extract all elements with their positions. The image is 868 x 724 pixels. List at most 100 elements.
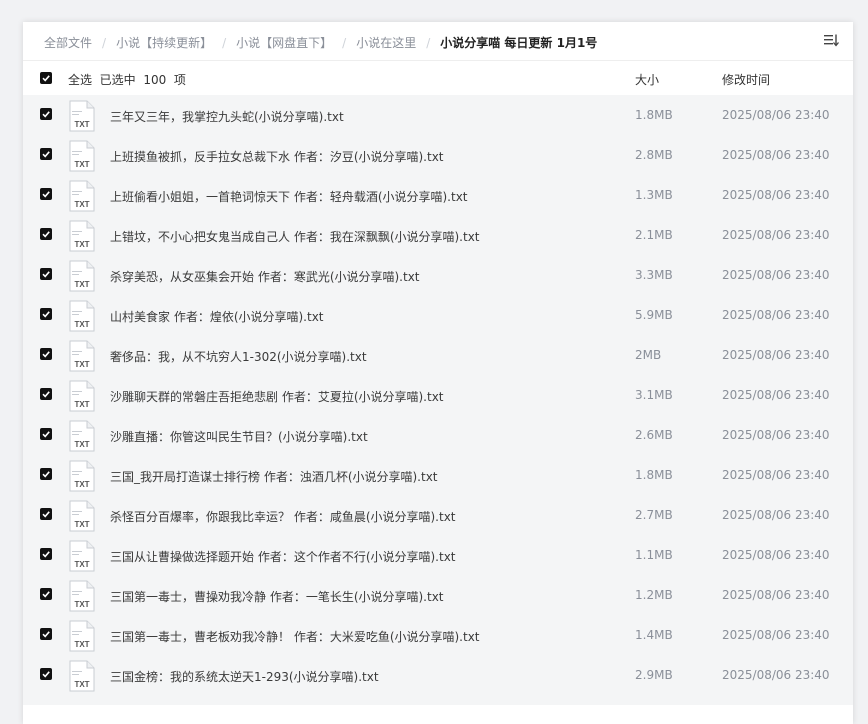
select-all-checkbox[interactable] xyxy=(40,72,52,84)
selected-unit: 项 xyxy=(173,73,186,87)
checkbox-checked-icon xyxy=(42,151,50,158)
row-checkbox[interactable] xyxy=(40,628,52,640)
file-row-partial xyxy=(23,695,853,705)
file-name[interactable]: 沙雕聊天群的常磐庄吾拒绝悲剧 作者：艾夏拉(小说分享喵).txt xyxy=(110,388,444,405)
file-name[interactable]: 三国第一毒士，曹操劝我冷静 作者：一笔长生(小说分享喵).txt xyxy=(110,588,444,605)
file-modified-time: 2025/08/06 23:40 xyxy=(722,628,830,642)
breadcrumb-item[interactable]: 小说【持续更新】 xyxy=(116,36,212,50)
breadcrumb-item[interactable]: 小说在这里 xyxy=(356,36,416,50)
file-type-label: TXT xyxy=(74,480,89,489)
file-name[interactable]: 杀穿美恐，从女巫集会开始 作者：寒武光(小说分享喵).txt xyxy=(110,268,420,285)
file-list: TXT 三年又三年，我掌控九头蛇(小说分享喵).txt 1.8MB 2025/0… xyxy=(23,95,853,705)
breadcrumb-item[interactable]: 小说【网盘直下】 xyxy=(236,36,332,50)
file-type-label: TXT xyxy=(74,640,89,649)
file-modified-time: 2025/08/06 23:40 xyxy=(722,508,830,522)
checkbox-checked-icon xyxy=(42,671,50,678)
file-row[interactable]: TXT 奢侈品：我，从不坑穷人1-302(小说分享喵).txt 2MB 2025… xyxy=(23,335,853,375)
file-modified-time: 2025/08/06 23:40 xyxy=(722,228,830,242)
row-checkbox[interactable] xyxy=(40,108,52,120)
row-checkbox[interactable] xyxy=(40,268,52,280)
checkbox-checked-icon xyxy=(42,191,50,198)
file-size: 2.7MB xyxy=(635,508,673,522)
file-size: 2.9MB xyxy=(635,668,673,682)
file-size: 2MB xyxy=(635,348,662,362)
list-view-icon[interactable] xyxy=(823,32,839,48)
file-name[interactable]: 三国_我开局打造谋士排行榜 作者：浊酒几杯(小说分享喵).txt xyxy=(110,468,438,485)
row-checkbox[interactable] xyxy=(40,668,52,680)
row-checkbox[interactable] xyxy=(40,508,52,520)
file-size: 2.1MB xyxy=(635,228,673,242)
file-row[interactable]: TXT 山村美食家 作者：煌依(小说分享喵).txt 5.9MB 2025/08… xyxy=(23,295,853,335)
file-row[interactable]: TXT 三国从让曹操做选择题开始 作者：这个作者不行(小说分享喵).txt 1.… xyxy=(23,535,853,575)
file-row[interactable]: TXT 三国金榜：我的系统太逆天1-293(小说分享喵).txt 2.9MB 2… xyxy=(23,655,853,695)
file-row[interactable]: TXT 三国第一毒士，曹老板劝我冷静！ 作者：大米爱吃鱼(小说分享喵).txt … xyxy=(23,615,853,655)
file-type-label: TXT xyxy=(74,200,89,209)
file-size: 1.3MB xyxy=(635,188,673,202)
file-row[interactable]: TXT 上班摸鱼被抓，反手拉女总裁下水 作者：汐豆(小说分享喵).txt 2.8… xyxy=(23,135,853,175)
breadcrumb-current: 小说分享喵 每日更新 1月1号 xyxy=(440,36,598,50)
row-checkbox[interactable] xyxy=(40,388,52,400)
row-checkbox[interactable] xyxy=(40,308,52,320)
row-checkbox[interactable] xyxy=(40,348,52,360)
file-type-label: TXT xyxy=(74,440,89,449)
file-row[interactable]: TXT 上错坟，不小心把女鬼当成自己人 作者：我在深飘飘(小说分享喵).txt … xyxy=(23,215,853,255)
file-row[interactable]: TXT 沙雕直播：你管这叫民生节目？(小说分享喵).txt 2.6MB 2025… xyxy=(23,415,853,455)
file-modified-time: 2025/08/06 23:40 xyxy=(722,108,830,122)
breadcrumb-item[interactable]: 全部文件 xyxy=(44,36,92,50)
file-row[interactable]: TXT 三国_我开局打造谋士排行榜 作者：浊酒几杯(小说分享喵).txt 1.8… xyxy=(23,455,853,495)
txt-file-icon: TXT xyxy=(68,220,96,252)
file-name[interactable]: 三国金榜：我的系统太逆天1-293(小说分享喵).txt xyxy=(110,668,379,685)
checkbox-checked-icon xyxy=(42,351,50,358)
selection-summary: 全选 已选中 100 项 xyxy=(68,71,186,88)
txt-file-icon: TXT xyxy=(68,500,96,532)
txt-file-icon: TXT xyxy=(68,420,96,452)
row-checkbox[interactable] xyxy=(40,548,52,560)
file-modified-time: 2025/08/06 23:40 xyxy=(722,268,830,282)
txt-file-icon: TXT xyxy=(68,580,96,612)
row-checkbox[interactable] xyxy=(40,228,52,240)
file-type-label: TXT xyxy=(74,560,89,569)
file-name[interactable]: 三国第一毒士，曹老板劝我冷静！ 作者：大米爱吃鱼(小说分享喵).txt xyxy=(110,628,480,645)
checkbox-checked-icon xyxy=(42,75,50,82)
checkbox-checked-icon xyxy=(42,391,50,398)
size-column-header[interactable]: 大小 xyxy=(635,71,659,88)
breadcrumb-separator: / xyxy=(102,36,107,50)
row-checkbox[interactable] xyxy=(40,588,52,600)
file-name[interactable]: 沙雕直播：你管这叫民生节目？(小说分享喵).txt xyxy=(110,428,368,445)
selected-label: 已选中 xyxy=(99,73,136,87)
file-row[interactable]: TXT 上班偷看小姐姐，一首艳词惊天下 作者：轻舟载酒(小说分享喵).txt 1… xyxy=(23,175,853,215)
file-name[interactable]: 奢侈品：我，从不坑穷人1-302(小说分享喵).txt xyxy=(110,348,367,365)
file-type-label: TXT xyxy=(74,240,89,249)
checkbox-checked-icon xyxy=(42,511,50,518)
breadcrumb-separator: / xyxy=(342,36,347,50)
txt-file-icon: TXT xyxy=(68,620,96,652)
breadcrumb: 全部文件 / 小说【持续更新】 / 小说【网盘直下】 / 小说在这里 / 小说分享喵 每日更新 … xyxy=(23,22,853,61)
file-type-label: TXT xyxy=(74,360,89,369)
file-name[interactable]: 三年又三年，我掌控九头蛇(小说分享喵).txt xyxy=(110,108,344,125)
row-checkbox[interactable] xyxy=(40,468,52,480)
row-checkbox[interactable] xyxy=(40,428,52,440)
file-name[interactable]: 杀怪百分百爆率，你跟我比幸运？ 作者：咸鱼晨(小说分享喵).txt xyxy=(110,508,456,525)
file-modified-time: 2025/08/06 23:40 xyxy=(722,388,830,402)
modified-time-column-header[interactable]: 修改时间 xyxy=(722,71,770,88)
file-name[interactable]: 上班摸鱼被抓，反手拉女总裁下水 作者：汐豆(小说分享喵).txt xyxy=(110,148,444,165)
checkbox-checked-icon xyxy=(42,311,50,318)
file-row[interactable]: TXT 三国第一毒士，曹操劝我冷静 作者：一笔长生(小说分享喵).txt 1.2… xyxy=(23,575,853,615)
row-checkbox[interactable] xyxy=(40,188,52,200)
file-modified-time: 2025/08/06 23:40 xyxy=(722,468,830,482)
file-name[interactable]: 上错坟，不小心把女鬼当成自己人 作者：我在深飘飘(小说分享喵).txt xyxy=(110,228,480,245)
file-row[interactable]: TXT 杀穿美恐，从女巫集会开始 作者：寒武光(小说分享喵).txt 3.3MB… xyxy=(23,255,853,295)
row-checkbox[interactable] xyxy=(40,148,52,160)
file-name[interactable]: 三国从让曹操做选择题开始 作者：这个作者不行(小说分享喵).txt xyxy=(110,548,456,565)
file-modified-time: 2025/08/06 23:40 xyxy=(722,548,830,562)
checkbox-checked-icon xyxy=(42,431,50,438)
file-name[interactable]: 上班偷看小姐姐，一首艳词惊天下 作者：轻舟载酒(小说分享喵).txt xyxy=(110,188,468,205)
file-name[interactable]: 山村美食家 作者：煌依(小说分享喵).txt xyxy=(110,308,324,325)
selected-count: 100 xyxy=(143,73,167,87)
file-row[interactable]: TXT 沙雕聊天群的常磐庄吾拒绝悲剧 作者：艾夏拉(小说分享喵).txt 3.1… xyxy=(23,375,853,415)
txt-file-icon: TXT xyxy=(68,180,96,212)
file-row[interactable]: TXT 三年又三年，我掌控九头蛇(小说分享喵).txt 1.8MB 2025/0… xyxy=(23,95,853,135)
file-size: 5.9MB xyxy=(635,308,673,322)
file-modified-time: 2025/08/06 23:40 xyxy=(722,348,830,362)
file-row[interactable]: TXT 杀怪百分百爆率，你跟我比幸运？ 作者：咸鱼晨(小说分享喵).txt 2.… xyxy=(23,495,853,535)
